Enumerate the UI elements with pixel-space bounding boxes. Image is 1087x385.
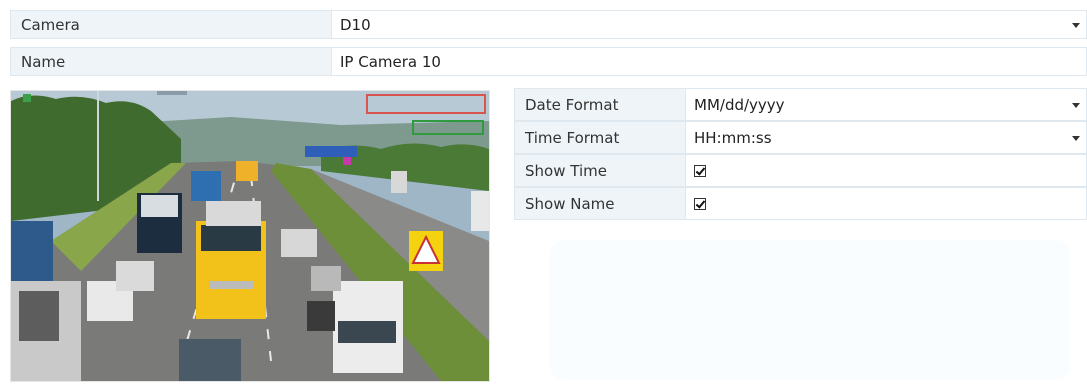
time-format-select[interactable]: HH:mm:ss bbox=[686, 122, 1086, 153]
time-format-label: Time Format bbox=[515, 122, 686, 153]
camera-select-value: D10 bbox=[340, 15, 371, 34]
camera-label: Camera bbox=[11, 11, 332, 38]
show-time-checkbox[interactable] bbox=[694, 164, 706, 177]
name-input-value: IP Camera 10 bbox=[340, 52, 441, 71]
name-label: Name bbox=[11, 48, 332, 75]
show-name-row: Show Name bbox=[514, 187, 1087, 220]
name-row: Name IP Camera 10 bbox=[10, 47, 1087, 76]
show-name-label: Show Name bbox=[515, 188, 686, 219]
camera-row: Camera D10 bbox=[10, 10, 1087, 39]
date-format-select[interactable]: MM/dd/yyyy bbox=[686, 89, 1086, 120]
chevron-down-icon[interactable] bbox=[1072, 135, 1080, 141]
show-time-row: Show Time bbox=[514, 154, 1087, 187]
chevron-down-icon[interactable] bbox=[1072, 22, 1080, 28]
chevron-down-icon[interactable] bbox=[1072, 102, 1080, 108]
date-format-row: Date Format MM/dd/yyyy bbox=[514, 88, 1087, 121]
blue-osd-box[interactable] bbox=[305, 146, 357, 157]
preview-image bbox=[11, 91, 489, 381]
name-input[interactable]: IP Camera 10 bbox=[332, 48, 1086, 75]
camera-preview[interactable] bbox=[10, 90, 490, 382]
time-format-value: HH:mm:ss bbox=[694, 128, 772, 147]
show-time-label: Show Time bbox=[515, 155, 686, 186]
camera-select[interactable]: D10 bbox=[332, 11, 1086, 38]
date-format-value: MM/dd/yyyy bbox=[694, 95, 785, 114]
date-format-label: Date Format bbox=[515, 89, 686, 120]
show-name-checkbox[interactable] bbox=[694, 197, 706, 210]
background-watermark bbox=[550, 240, 1070, 380]
time-format-row: Time Format HH:mm:ss bbox=[514, 121, 1087, 154]
